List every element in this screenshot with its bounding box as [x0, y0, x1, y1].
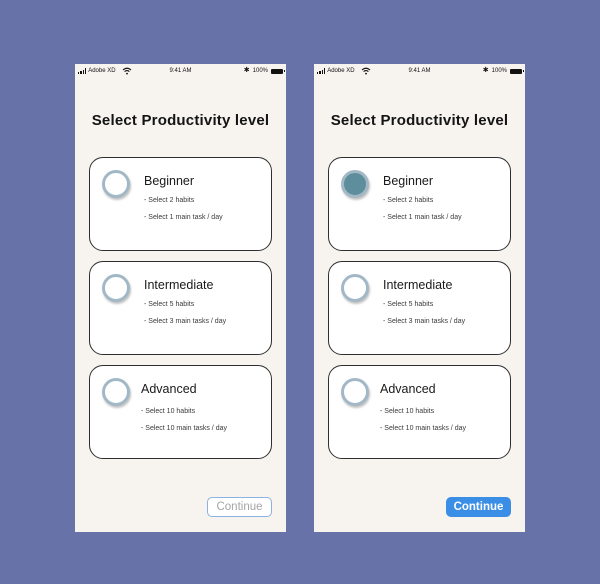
level-label: Beginner	[144, 174, 195, 188]
status-bar: Adobe XD 9:41 AM ✱ 100%	[75, 64, 286, 80]
level-detail: - Select 5 habits	[144, 301, 195, 308]
radio-advanced[interactable]	[102, 378, 130, 406]
level-label: Intermediate	[383, 278, 453, 292]
battery-group: ✱ 100%	[243, 67, 285, 74]
level-detail: - Select 10 main tasks / day	[141, 425, 227, 432]
continue-button[interactable]: Continue	[446, 497, 511, 517]
level-detail: - Select 3 main tasks / day	[383, 318, 466, 325]
level-label: Advanced	[380, 382, 436, 396]
level-detail: - Select 10 habits	[380, 408, 435, 415]
level-detail: - Select 3 main tasks / day	[144, 318, 227, 325]
battery-icon	[271, 68, 285, 74]
battery-group: ✱ 100%	[482, 67, 524, 74]
bluetooth-icon: ✱	[482, 67, 489, 74]
level-detail: - Select 5 habits	[383, 301, 434, 308]
level-card-beginner[interactable]: Beginner - Select 2 habits - Select 1 ma…	[328, 157, 511, 251]
radio-intermediate[interactable]	[102, 274, 130, 302]
level-card-advanced[interactable]: Advanced - Select 10 habits - Select 10 …	[89, 365, 272, 459]
level-card-beginner[interactable]: Beginner - Select 2 habits - Select 1 ma…	[89, 157, 272, 251]
level-detail: - Select 10 main tasks / day	[380, 425, 466, 432]
status-bar: Adobe XD 9:41 AM ✱ 100%	[314, 64, 525, 80]
battery-icon	[510, 68, 524, 74]
continue-button[interactable]: Continue	[207, 497, 272, 517]
level-card-intermediate[interactable]: Intermediate - Select 5 habits - Select …	[328, 261, 511, 355]
level-card-advanced[interactable]: Advanced - Select 10 habits - Select 10 …	[328, 365, 511, 459]
battery-percent: 100%	[491, 68, 507, 74]
level-label: Intermediate	[144, 278, 214, 292]
level-detail: - Select 10 habits	[141, 408, 196, 415]
page-title: Select Productivity level	[91, 112, 270, 129]
level-label: Advanced	[141, 382, 197, 396]
bluetooth-icon: ✱	[243, 67, 250, 74]
battery-percent: 100%	[252, 68, 268, 74]
phone-screen-selected: Adobe XD 9:41 AM ✱ 100% Select Productiv…	[314, 64, 525, 532]
phone-screen-unselected: Adobe XD 9:41 AM ✱ 100% Select Productiv…	[75, 64, 286, 532]
level-detail: - Select 1 main task / day	[383, 214, 462, 221]
level-card-intermediate[interactable]: Intermediate - Select 5 habits - Select …	[89, 261, 272, 355]
radio-beginner[interactable]	[102, 170, 130, 198]
level-detail: - Select 2 habits	[144, 197, 195, 204]
radio-advanced[interactable]	[341, 378, 369, 406]
level-detail: - Select 1 main task / day	[144, 214, 223, 221]
radio-intermediate[interactable]	[341, 274, 369, 302]
page-title: Select Productivity level	[330, 112, 509, 129]
level-label: Beginner	[383, 174, 434, 188]
level-detail: - Select 2 habits	[383, 197, 434, 204]
radio-beginner-selected[interactable]	[341, 170, 369, 198]
